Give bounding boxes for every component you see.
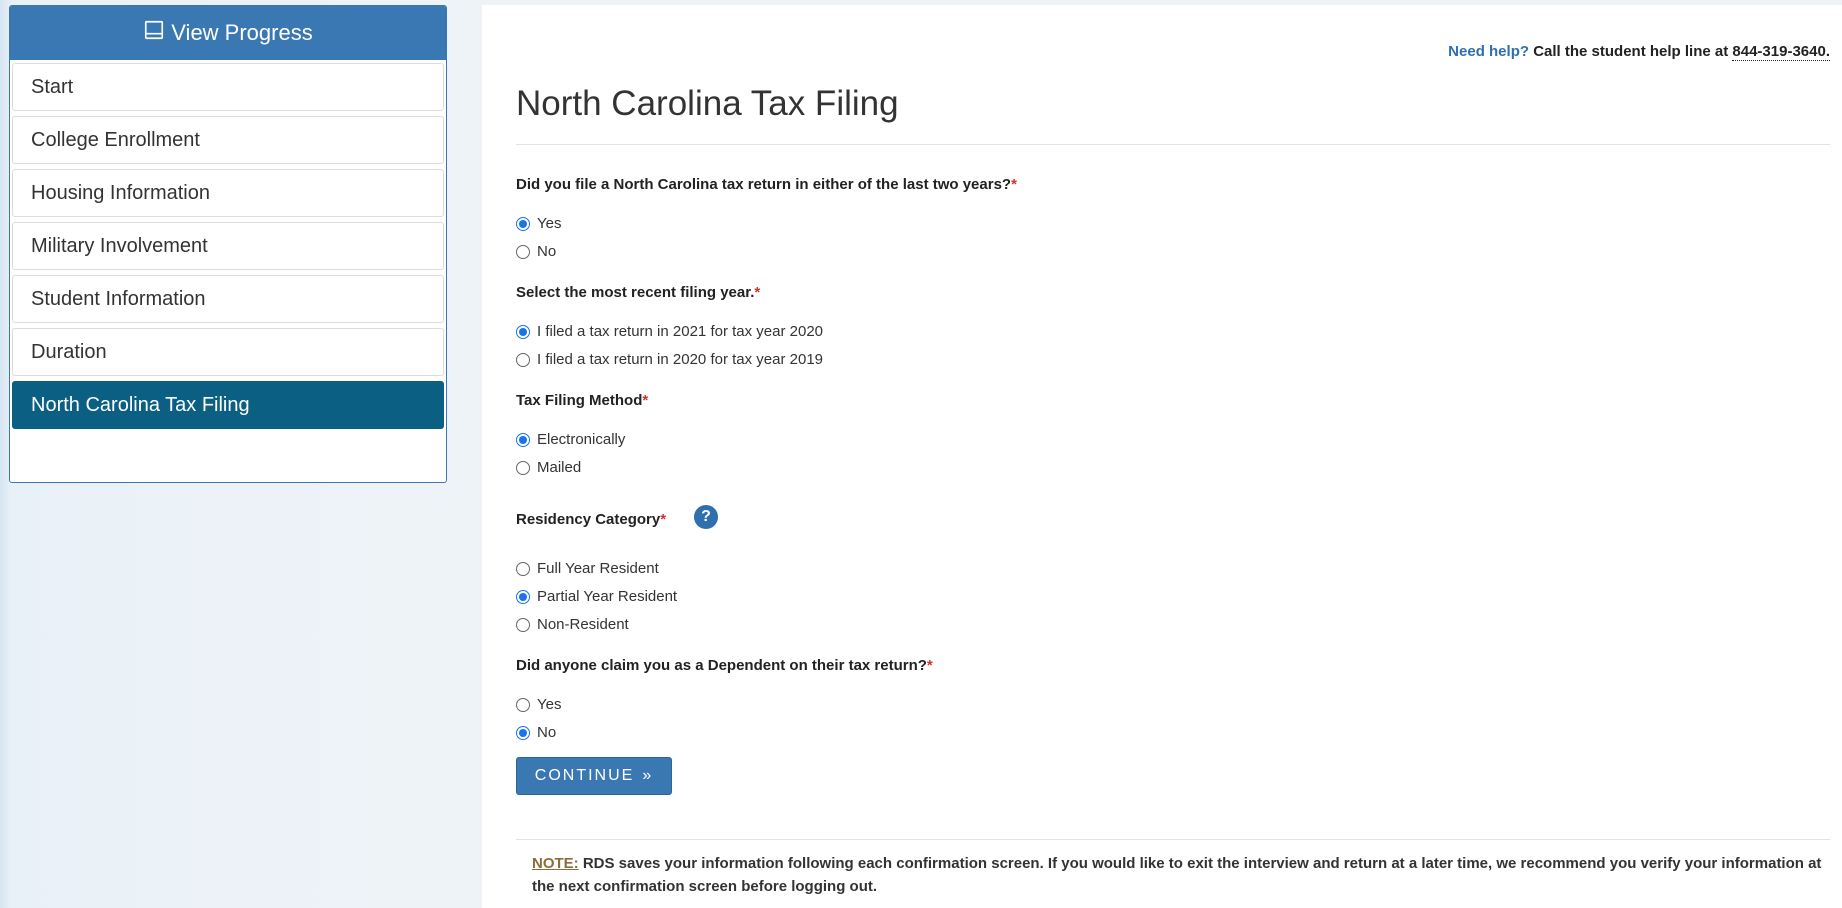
option-label: Full Year Resident <box>537 560 659 577</box>
required-marker: * <box>926 657 933 674</box>
help-text: Call the student help line at <box>1533 43 1729 60</box>
radio-button[interactable] <box>516 697 530 712</box>
option-label: I filed a tax return in 2020 for tax yea… <box>537 351 824 368</box>
question-dependent: Did anyone claim you as a Dependent on t… <box>516 657 933 674</box>
radio-button-checked[interactable] <box>516 216 530 231</box>
q4-option-full-year[interactable]: Full Year Resident <box>516 560 659 577</box>
note-label: NOTE: <box>532 855 579 872</box>
view-progress-header[interactable]: View Progress <box>10 6 446 60</box>
q1-option-no[interactable]: No <box>516 243 556 260</box>
radio-button-checked[interactable] <box>516 432 530 447</box>
step-north-carolina-tax-filing[interactable]: North Carolina Tax Filing <box>12 381 444 429</box>
option-label: No <box>537 243 557 260</box>
q4-option-partial-year[interactable]: Partial Year Resident <box>516 588 677 605</box>
help-phone-link[interactable]: 844-319-3640. <box>1732 43 1830 61</box>
option-label: Electronically <box>537 431 626 448</box>
radio-button-checked[interactable] <box>516 589 530 604</box>
q3-option-mailed[interactable]: Mailed <box>516 459 581 476</box>
radio-button[interactable] <box>516 352 530 367</box>
help-question-icon[interactable]: ? <box>694 505 718 529</box>
required-marker: * <box>754 284 761 301</box>
step-start[interactable]: Start <box>12 63 444 111</box>
progress-steps: Start College Enrollment Housing Informa… <box>10 60 446 429</box>
question-filing-method: Tax Filing Method* <box>516 392 648 409</box>
radio-button[interactable] <box>516 561 530 576</box>
radio-button[interactable] <box>516 244 530 259</box>
q1-option-yes[interactable]: Yes <box>516 215 561 232</box>
q2-option-2021[interactable]: I filed a tax return in 2021 for tax yea… <box>516 323 823 340</box>
option-label: Mailed <box>537 459 582 476</box>
q5-option-yes[interactable]: Yes <box>516 696 561 713</box>
step-college-enrollment[interactable]: College Enrollment <box>12 116 444 164</box>
main-panel: Need help? Call the student help line at… <box>482 5 1842 908</box>
question-label: Residency Category <box>516 511 661 528</box>
step-military-involvement[interactable]: Military Involvement <box>12 222 444 270</box>
question-label: Did you file a North Carolina tax return… <box>516 176 1012 193</box>
required-marker: * <box>1011 176 1017 193</box>
option-label: Yes <box>537 215 562 232</box>
page-title: North Carolina Tax Filing <box>516 84 899 123</box>
question-filing-year: Select the most recent filing year.* <box>516 284 760 301</box>
radio-button-checked[interactable] <box>516 725 530 740</box>
option-label: I filed a tax return in 2021 for tax yea… <box>537 323 824 340</box>
save-note: NOTE: RDS saves your information followi… <box>532 852 1822 898</box>
question-residency-category: Residency Category* <box>516 511 666 528</box>
question-nc-tax-return: Did you file a North Carolina tax return… <box>516 176 1017 193</box>
help-line: Need help? Call the student help line at… <box>1448 43 1830 61</box>
view-progress-label: View Progress <box>171 20 313 45</box>
step-student-information[interactable]: Student Information <box>12 275 444 323</box>
radio-button[interactable] <box>516 617 530 632</box>
title-divider <box>516 144 1830 145</box>
note-text: RDS saves your information following eac… <box>532 855 1822 895</box>
question-label: Tax Filing Method <box>516 392 643 409</box>
step-duration[interactable]: Duration <box>12 328 444 376</box>
q3-option-electronically[interactable]: Electronically <box>516 431 625 448</box>
need-help-link[interactable]: Need help? <box>1448 43 1529 60</box>
option-label: Yes <box>537 696 562 713</box>
book-icon <box>143 19 165 47</box>
question-label: Select the most recent filing year. <box>516 284 755 301</box>
continue-label: CONTINUE <box>534 767 635 784</box>
progress-sidebar: View Progress Start College Enrollment H… <box>9 5 447 483</box>
required-marker: * <box>660 511 667 528</box>
option-label: Partial Year Resident <box>537 588 678 605</box>
continue-button[interactable]: CONTINUE » <box>516 757 672 795</box>
radio-button[interactable] <box>516 460 530 475</box>
q5-option-no[interactable]: No <box>516 724 556 741</box>
required-marker: * <box>642 392 649 409</box>
question-label: Did anyone claim you as a Dependent on t… <box>516 657 927 674</box>
option-label: No <box>537 724 557 741</box>
step-housing-information[interactable]: Housing Information <box>12 169 444 217</box>
double-chevron-right-icon: » <box>642 767 654 784</box>
note-divider <box>516 839 1830 840</box>
option-label: Non-Resident <box>537 616 629 633</box>
radio-button-checked[interactable] <box>516 324 530 339</box>
q4-option-non-resident[interactable]: Non-Resident <box>516 616 629 633</box>
q2-option-2020[interactable]: I filed a tax return in 2020 for tax yea… <box>516 351 823 368</box>
